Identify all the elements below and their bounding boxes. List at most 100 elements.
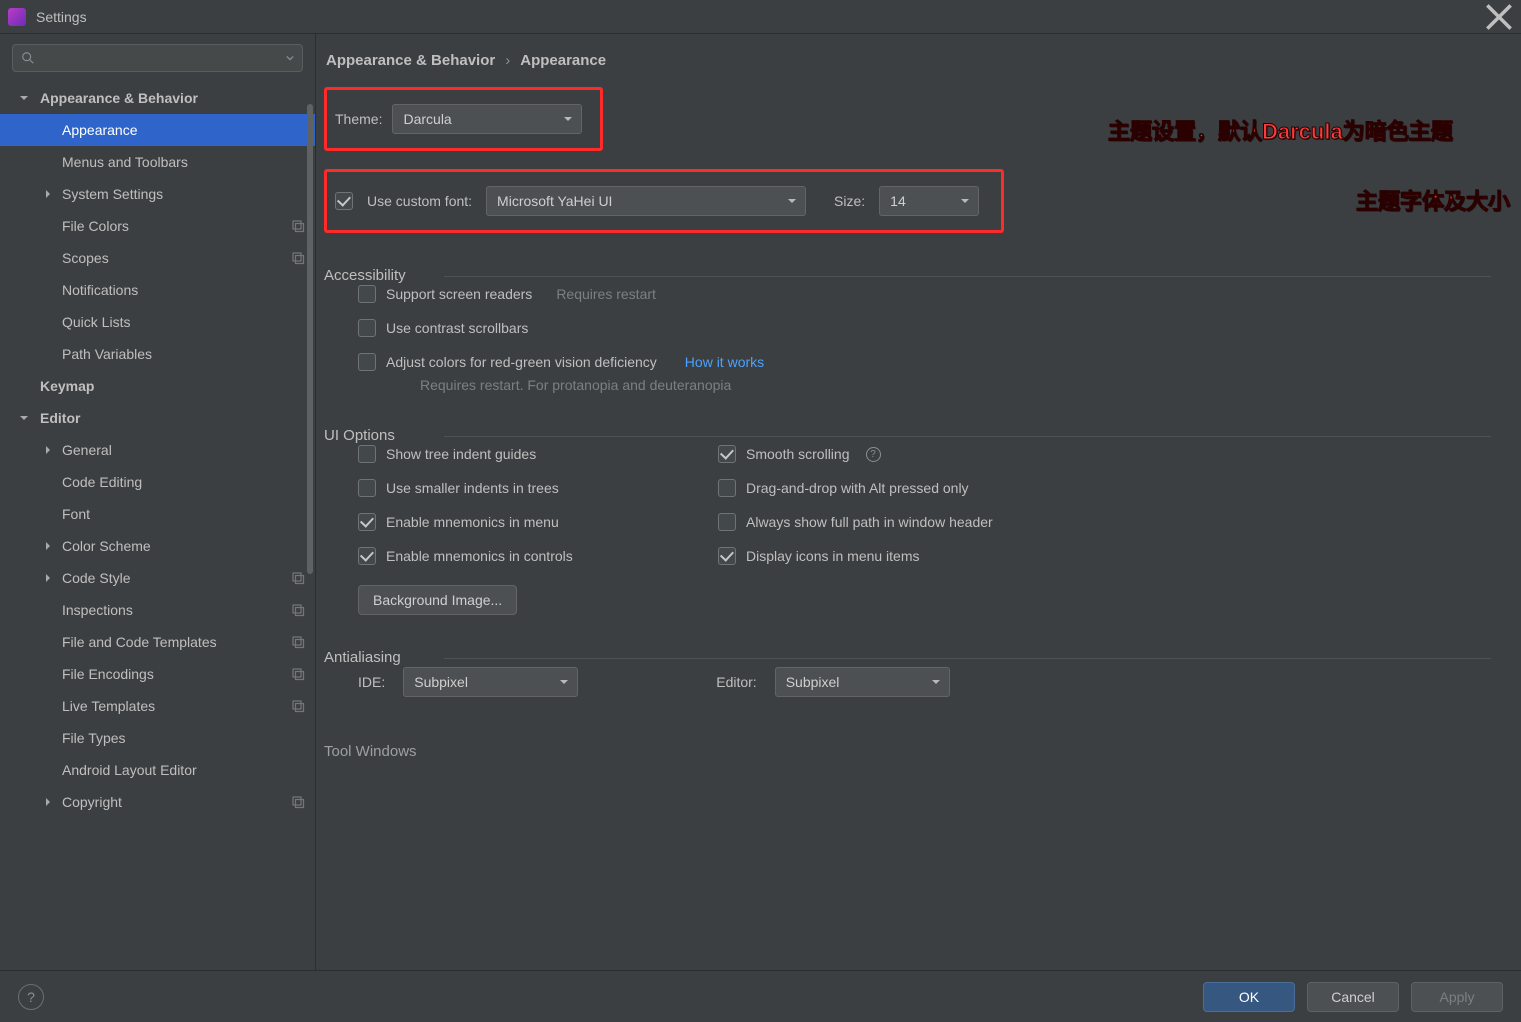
mnemonics-controls-label: Enable mnemonics in controls xyxy=(386,548,573,564)
requires-restart-hint: Requires restart xyxy=(556,286,656,302)
tree-indent-checkbox[interactable] xyxy=(358,445,376,463)
sidebar-item-label: Editor xyxy=(40,410,80,426)
contrast-scrollbars-checkbox[interactable] xyxy=(358,319,376,337)
screen-readers-label: Support screen readers xyxy=(386,286,532,302)
editor-aa-label: Editor: xyxy=(716,674,756,690)
smaller-indent-checkbox[interactable] xyxy=(358,479,376,497)
sidebar-item-code-style[interactable]: Code Style xyxy=(0,562,315,594)
apply-label: Apply xyxy=(1439,989,1474,1005)
window-title: Settings xyxy=(36,9,87,25)
screen-readers-checkbox[interactable] xyxy=(358,285,376,303)
background-image-label: Background Image... xyxy=(373,592,502,608)
sidebar-item-file-colors[interactable]: File Colors xyxy=(0,210,315,242)
sidebar-item-inspections[interactable]: Inspections xyxy=(0,594,315,626)
sidebar-item-label: File and Code Templates xyxy=(62,634,217,650)
sidebar-item-editor[interactable]: Editor xyxy=(0,402,315,434)
sidebar-item-file-types[interactable]: File Types xyxy=(0,722,315,754)
sidebar-item-label: Copyright xyxy=(62,794,122,810)
sidebar-item-android-layout-editor[interactable]: Android Layout Editor xyxy=(0,754,315,786)
chevron-down-icon xyxy=(563,111,573,127)
smooth-scrolling-label: Smooth scrolling xyxy=(746,446,850,462)
full-path-label: Always show full path in window header xyxy=(746,514,993,530)
mnemonics-controls-checkbox[interactable] xyxy=(358,547,376,565)
cancel-button[interactable]: Cancel xyxy=(1307,982,1399,1012)
contrast-scrollbars-label: Use contrast scrollbars xyxy=(386,320,528,336)
chevron-right-icon xyxy=(42,444,54,456)
sidebar-item-file-and-code-templates[interactable]: File and Code Templates xyxy=(0,626,315,658)
sidebar-item-color-scheme[interactable]: Color Scheme xyxy=(0,530,315,562)
sidebar-item-font[interactable]: Font xyxy=(0,498,315,530)
editor-aa-select[interactable]: Subpixel xyxy=(775,667,950,697)
size-value: 14 xyxy=(890,193,906,209)
dnd-alt-checkbox[interactable] xyxy=(718,479,736,497)
close-icon[interactable] xyxy=(1485,3,1513,31)
sidebar-item-system-settings[interactable]: System Settings xyxy=(0,178,315,210)
help-button[interactable]: ? xyxy=(18,984,44,1010)
sidebar-item-label: Live Templates xyxy=(62,698,155,714)
chevron-down-icon xyxy=(18,92,30,104)
per-project-icon xyxy=(291,635,305,649)
ide-aa-label: IDE: xyxy=(358,674,385,690)
chevron-down-icon xyxy=(286,54,294,62)
sidebar-item-label: Notifications xyxy=(62,282,138,298)
color-deficiency-label: Adjust colors for red-green vision defic… xyxy=(386,354,657,370)
size-select[interactable]: 14 xyxy=(879,186,979,216)
chevron-down-icon xyxy=(559,674,569,690)
cancel-label: Cancel xyxy=(1331,989,1375,1005)
sidebar-item-menus-and-toolbars[interactable]: Menus and Toolbars xyxy=(0,146,315,178)
theme-select[interactable]: Darcula xyxy=(392,104,582,134)
sidebar-item-label: Code Editing xyxy=(62,474,142,490)
sidebar-item-file-encodings[interactable]: File Encodings xyxy=(0,658,315,690)
search-icon xyxy=(21,51,35,65)
sidebar-item-label: Appearance xyxy=(62,122,138,138)
smooth-scrolling-checkbox[interactable] xyxy=(718,445,736,463)
sidebar-item-label: General xyxy=(62,442,112,458)
color-deficiency-checkbox[interactable] xyxy=(358,353,376,371)
scrollbar[interactable] xyxy=(307,104,313,574)
help-icon[interactable]: ? xyxy=(866,447,881,462)
sidebar-item-appearance[interactable]: Appearance xyxy=(0,114,315,146)
sidebar-item-code-editing[interactable]: Code Editing xyxy=(0,466,315,498)
sidebar-item-scopes[interactable]: Scopes xyxy=(0,242,315,274)
sidebar-item-label: File Colors xyxy=(62,218,129,234)
apply-button[interactable]: Apply xyxy=(1411,982,1503,1012)
use-custom-font-checkbox[interactable] xyxy=(335,192,353,210)
breadcrumb-root[interactable]: Appearance & Behavior xyxy=(326,52,495,69)
theme-highlight: Theme: Darcula xyxy=(324,87,603,151)
chevron-right-icon xyxy=(42,796,54,808)
background-image-button[interactable]: Background Image... xyxy=(358,585,517,615)
how-it-works-link[interactable]: How it works xyxy=(685,354,764,370)
ok-button[interactable]: OK xyxy=(1203,982,1295,1012)
sidebar-item-keymap[interactable]: Keymap xyxy=(0,370,315,402)
chevron-right-icon xyxy=(42,572,54,584)
sidebar-item-label: Appearance & Behavior xyxy=(40,90,198,106)
color-deficiency-hint: Requires restart. For protanopia and deu… xyxy=(420,377,1491,393)
per-project-icon xyxy=(291,667,305,681)
chevron-right-icon xyxy=(42,188,54,200)
settings-tree[interactable]: Appearance & Behavior Appearance Menus and… xyxy=(0,82,315,970)
search-input[interactable] xyxy=(12,44,303,72)
icons-menu-checkbox[interactable] xyxy=(718,547,736,565)
sidebar-item-path-variables[interactable]: Path Variables xyxy=(0,338,315,370)
sidebar-item-general[interactable]: General xyxy=(0,434,315,466)
search-field[interactable] xyxy=(41,50,280,66)
sidebar-item-label: Scopes xyxy=(62,250,109,266)
sidebar-item-quick-lists[interactable]: Quick Lists xyxy=(0,306,315,338)
sidebar-item-notifications[interactable]: Notifications xyxy=(0,274,315,306)
tree-indent-label: Show tree indent guides xyxy=(386,446,536,462)
per-project-icon xyxy=(291,795,305,809)
full-path-checkbox[interactable] xyxy=(718,513,736,531)
sidebar-item-live-templates[interactable]: Live Templates xyxy=(0,690,315,722)
sidebar-item-copyright[interactable]: Copyright xyxy=(0,786,315,818)
sidebar-item-appearance-behavior[interactable]: Appearance & Behavior xyxy=(0,82,315,114)
font-value: Microsoft YaHei UI xyxy=(497,193,612,209)
theme-label: Theme: xyxy=(335,111,382,127)
dnd-alt-label: Drag-and-drop with Alt pressed only xyxy=(746,480,969,496)
ide-aa-select[interactable]: Subpixel xyxy=(403,667,578,697)
dialog-button-bar: ? OK Cancel Apply xyxy=(0,970,1521,1022)
section-tool-windows: Tool Windows xyxy=(324,743,1491,760)
mnemonics-menu-checkbox[interactable] xyxy=(358,513,376,531)
font-select[interactable]: Microsoft YaHei UI xyxy=(486,186,806,216)
sidebar-item-label: Quick Lists xyxy=(62,314,130,330)
editor-aa-value: Subpixel xyxy=(786,674,840,690)
